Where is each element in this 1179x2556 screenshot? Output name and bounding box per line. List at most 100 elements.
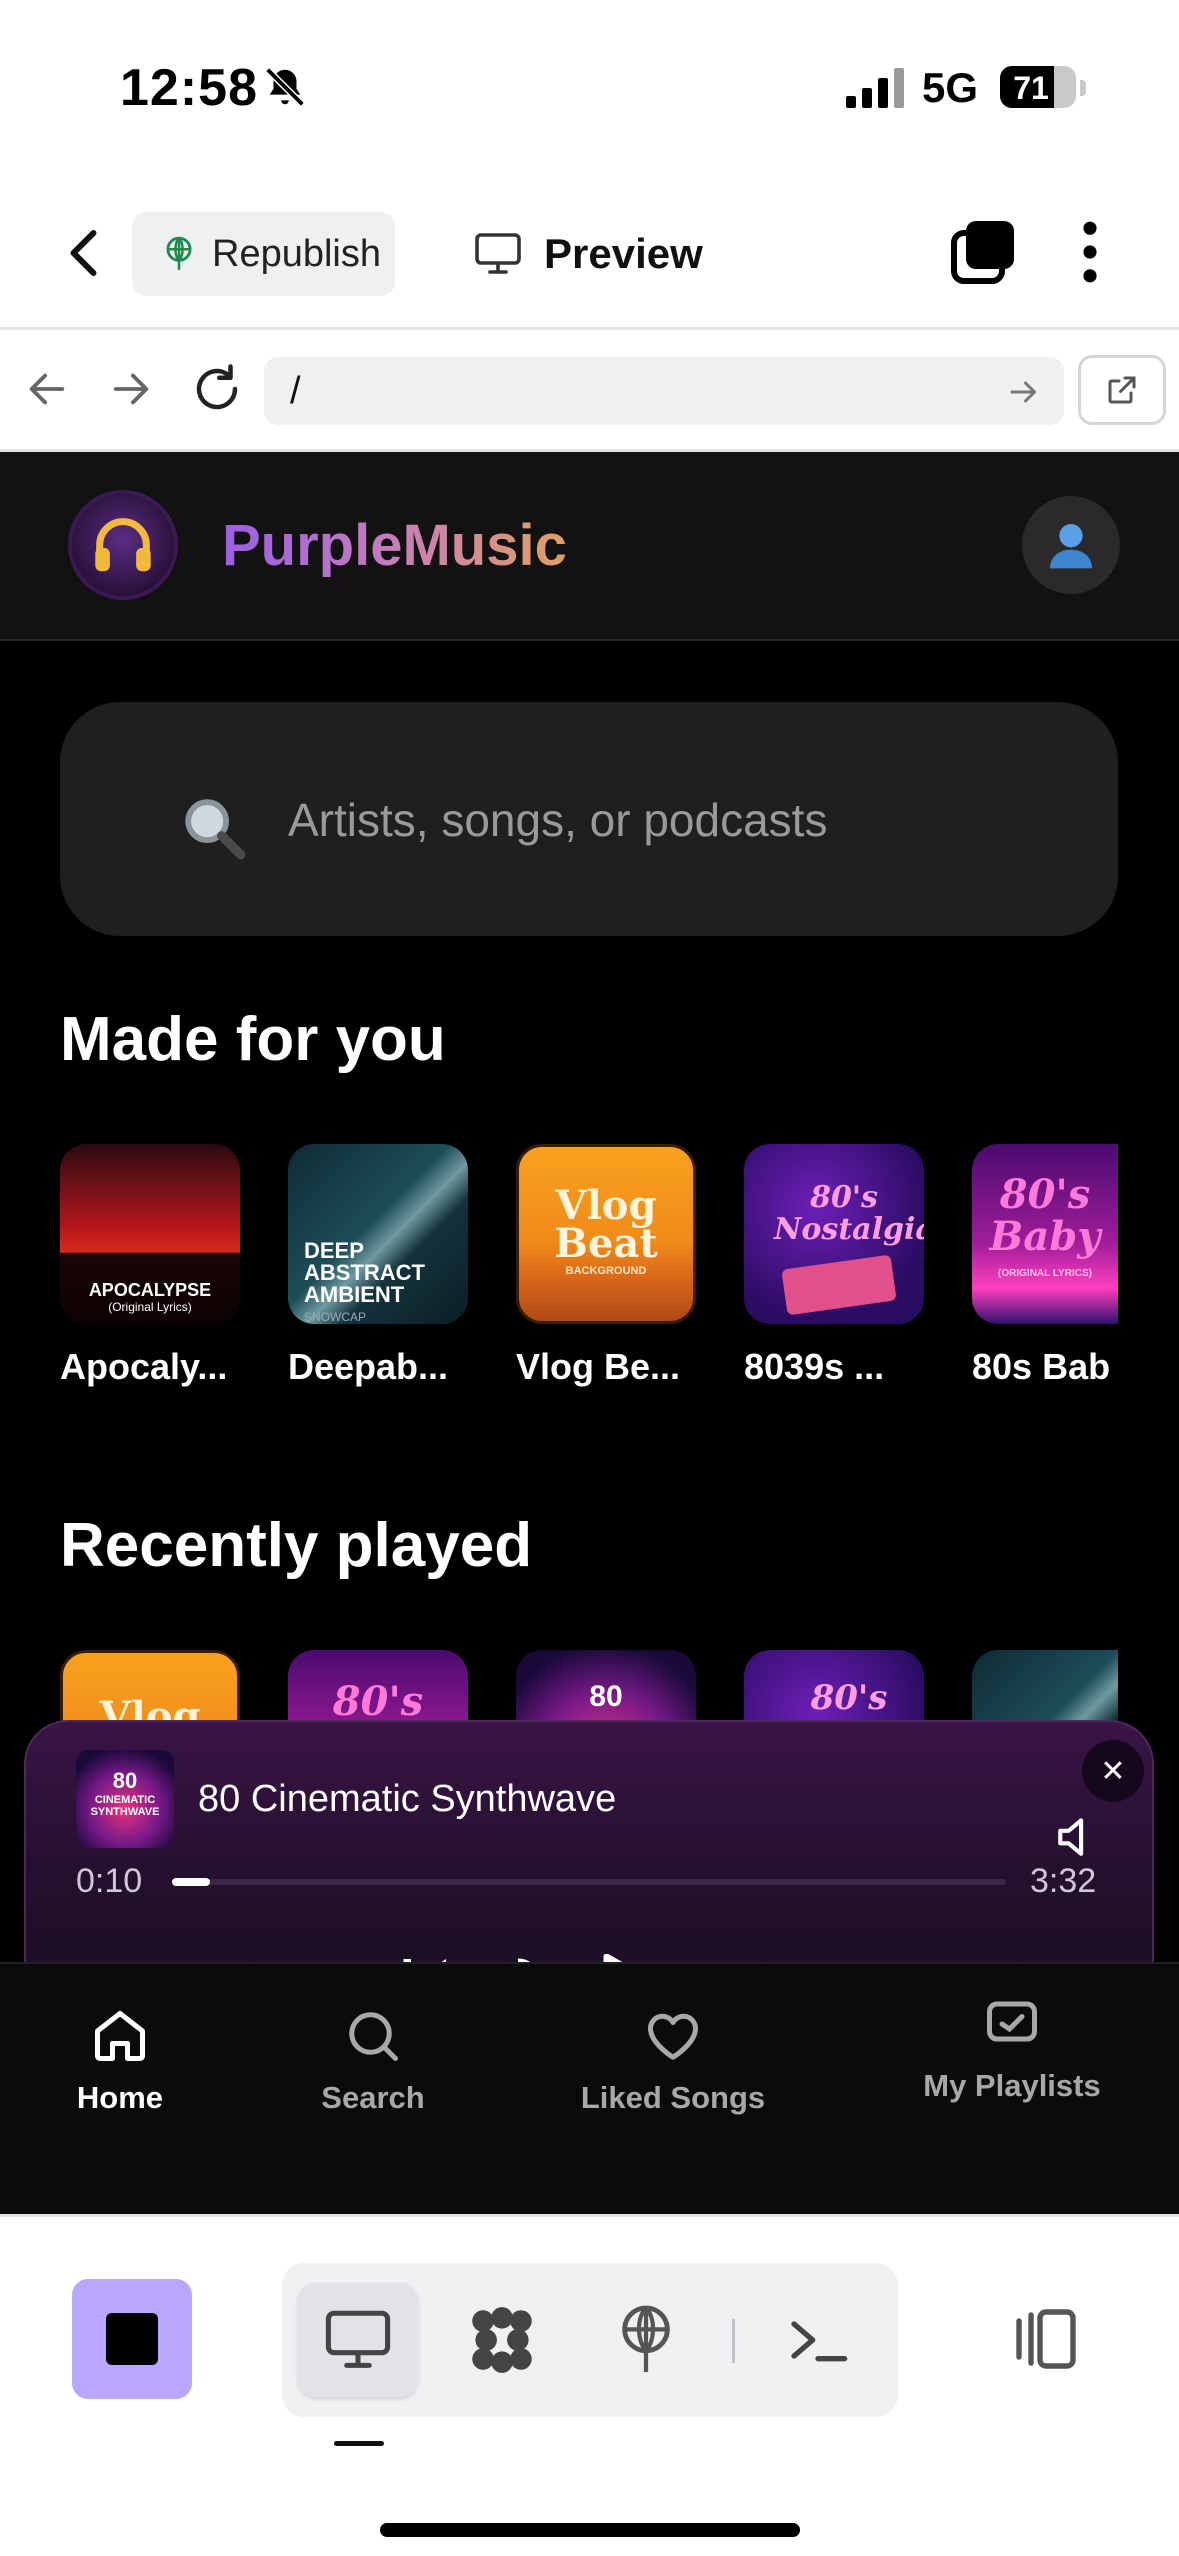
tab-search[interactable]: Search: [300, 1964, 446, 2134]
progress-fill: [172, 1878, 210, 1886]
album-art-title: APOCALYPSE: [88, 1280, 212, 1300]
publish-icon: [622, 2305, 670, 2372]
panel-icon[interactable]: [1010, 2303, 1082, 2375]
arrow-left-icon[interactable]: [24, 366, 70, 412]
battery-percent: 71: [1013, 70, 1049, 106]
album-art-title: 80's: [810, 1678, 888, 1718]
arrow-right-icon[interactable]: [108, 366, 154, 412]
network-label: 5G: [922, 64, 979, 111]
playlist-tile[interactable]: 80's Nostalgia 8039s ...: [744, 1144, 924, 1388]
monitor-icon: [325, 2310, 391, 2368]
player-art-title: 80: [112, 1768, 138, 1793]
tab-label: My Playlists: [923, 2068, 1101, 2103]
album-art-title: 80's Baby: [989, 1171, 1101, 1260]
signal-icon: [846, 68, 904, 108]
assets-view-button[interactable]: [442, 2283, 562, 2397]
url-input[interactable]: [264, 357, 1064, 425]
open-external-button[interactable]: [1078, 355, 1166, 425]
console-view-button[interactable]: [758, 2283, 878, 2397]
publish-view-button[interactable]: [586, 2283, 706, 2397]
battery-indicator: 71: [1000, 66, 1076, 108]
total-time: 3:32: [1030, 1862, 1097, 1900]
tile-caption: 80s Bab: [972, 1346, 1111, 1387]
album-art: APOCALYPSE (Original Lyrics): [60, 1144, 240, 1324]
playlist-tile[interactable]: 80's Baby (ORIGINAL LYRICS) 80s Bab: [972, 1144, 1118, 1388]
browser-bar: [0, 330, 1179, 452]
album-art-subtitle: SNOWCAP: [304, 1310, 367, 1324]
go-arrow-icon[interactable]: [1006, 374, 1042, 410]
album-art: 80's Baby (ORIGINAL LYRICS): [972, 1144, 1118, 1324]
album-art-title: Vlog Beat: [554, 1182, 658, 1267]
album-art: Vlog Beat BACKGROUND: [516, 1144, 696, 1324]
stop-icon: [106, 2313, 158, 2365]
tile-caption: 8039s ...: [744, 1346, 885, 1387]
tile-caption: Deepab...: [288, 1346, 449, 1387]
playlist-icon: [987, 2001, 1037, 2042]
status-bar: 12:58 5G 71: [0, 0, 1179, 175]
current-time: 0:10: [76, 1862, 143, 1900]
republish-icon: [166, 236, 192, 270]
player-album-art: 80 CINEMATIC SYNTHWAVE: [76, 1750, 174, 1848]
tab-bar: Home Search Liked Songs My Playlists: [0, 1962, 1179, 2214]
tab-home[interactable]: Home: [60, 1964, 180, 2134]
album-art-title: 80's: [332, 1678, 424, 1725]
editor-bottom-toolbar: [0, 2214, 1179, 2556]
playlist-tile[interactable]: APOCALYPSE (Original Lyrics) Apocaly...: [60, 1144, 240, 1388]
tab-label: Home: [76, 2080, 164, 2115]
battery-nub: [1080, 80, 1086, 96]
album-art-subtitle: (ORIGINAL LYRICS): [998, 1268, 1092, 1279]
preview-view-button[interactable]: [298, 2283, 418, 2397]
back-icon[interactable]: [56, 223, 116, 283]
app-header: PurpleMusic: [0, 452, 1179, 641]
more-icon[interactable]: [1070, 219, 1110, 285]
tab-label: Search: [321, 2080, 425, 2115]
app-preview: PurpleMusic Made for you APOCALYPSE (Ori…: [0, 452, 1179, 2214]
cassette-graphic: [781, 1254, 897, 1316]
bell-slash-icon: [265, 67, 305, 107]
volume-icon[interactable]: [1054, 1810, 1104, 1860]
stop-button[interactable]: [72, 2279, 192, 2399]
album-art-subtitle: (Original Lyrics): [108, 1300, 192, 1314]
toolbar-divider: [732, 2319, 735, 2363]
search-input[interactable]: [288, 772, 1048, 868]
search-icon: [349, 2012, 398, 2061]
album-art: DEEP ABSTRACT AMBIENT SNOWCAP: [288, 1144, 468, 1324]
view-switcher: [282, 2263, 898, 2417]
home-icon: [95, 2011, 145, 2061]
terminal-icon: [791, 2321, 848, 2362]
headphones-icon: [95, 518, 151, 572]
app-logo[interactable]: [72, 494, 174, 596]
playlist-tile[interactable]: DEEP ABSTRACT AMBIENT SNOWCAP Deepab...: [288, 1144, 468, 1388]
playlist-tile[interactable]: Vlog Beat BACKGROUND Vlog Be...: [516, 1144, 696, 1388]
reload-icon[interactable]: [190, 362, 244, 416]
recently-played-title: Recently played: [60, 1511, 533, 1580]
editor-topbar: Republish Preview: [0, 175, 1179, 330]
tile-caption: Vlog Be...: [516, 1346, 681, 1387]
republish-button[interactable]: Republish: [132, 212, 395, 296]
external-link-icon: [1108, 376, 1136, 404]
now-playing-title: 80 Cinematic Synthwave: [198, 1778, 617, 1820]
player-art-subtitle: CINEMATIC SYNTHWAVE: [90, 1794, 160, 1818]
home-indicator: [380, 2523, 800, 2537]
user-icon: [1050, 524, 1092, 569]
republish-label: Republish: [212, 232, 381, 275]
profile-button[interactable]: [1022, 496, 1120, 594]
heart-icon: [647, 2013, 699, 2060]
album-art-title: DEEP ABSTRACT AMBIENT: [304, 1238, 425, 1307]
album-art-title: 80: [589, 1680, 623, 1713]
mini-player[interactable]: 80 CINEMATIC SYNTHWAVE 80 Cinematic Synt…: [24, 1720, 1154, 1980]
album-art-title: 80's Nostalgia: [774, 1180, 924, 1247]
preview-button[interactable]: Preview: [474, 212, 703, 296]
album-art: 80's Nostalgia: [744, 1144, 924, 1324]
close-player-button[interactable]: ✕: [1082, 1740, 1144, 1802]
search-box[interactable]: [60, 702, 1118, 936]
tab-liked-songs[interactable]: Liked Songs: [570, 1964, 776, 2134]
tab-my-playlists[interactable]: My Playlists: [900, 1964, 1124, 2134]
album-art-subtitle: BACKGROUND: [565, 1265, 647, 1277]
app-name: PurpleMusic: [222, 513, 567, 578]
active-tool-indicator: [334, 2441, 384, 2446]
monitor-icon: [475, 233, 521, 274]
progress-bar[interactable]: [172, 1878, 1006, 1886]
layers-icon[interactable]: [950, 221, 1018, 285]
preview-label: Preview: [544, 230, 703, 277]
